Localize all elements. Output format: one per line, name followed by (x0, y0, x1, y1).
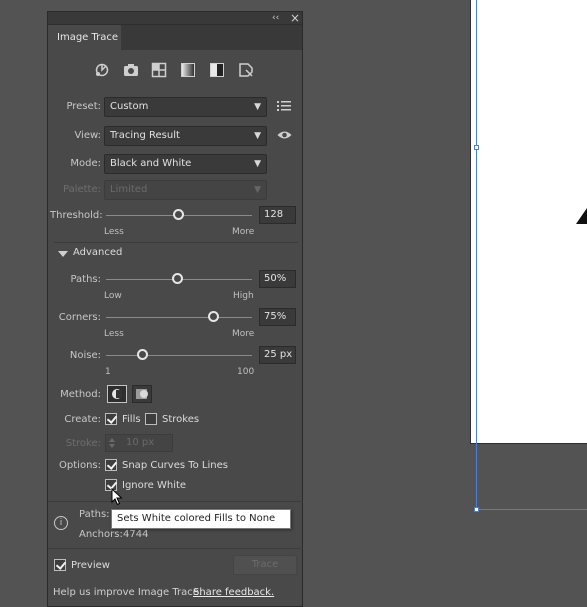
threshold-slider-knob[interactable] (173, 209, 184, 220)
disclosure-triangle-icon[interactable] (58, 250, 68, 258)
corners-slider-track[interactable] (106, 317, 252, 318)
preview-checkbox[interactable] (54, 559, 66, 571)
list-menu-icon[interactable] (277, 100, 291, 112)
strokes-checkbox[interactable] (145, 413, 157, 425)
tab-image-trace[interactable]: Image Trace (48, 25, 121, 50)
selection-handle-left[interactable] (474, 145, 479, 150)
fills-checkbox[interactable] (105, 413, 117, 425)
snap-curves-checkbox[interactable] (105, 459, 117, 471)
view-label: View: (74, 130, 101, 141)
feedback-text: Help us improve Image Trace. (53, 587, 203, 598)
divider (48, 548, 303, 549)
fills-checkbox-label: Fills (122, 414, 141, 425)
stats-paths-label: Paths: (79, 509, 110, 520)
chevron-down-icon: ▼ (254, 102, 261, 112)
ignore-white-tooltip: Sets White colored Fills to None (111, 509, 291, 529)
divider (54, 242, 298, 243)
chevron-down-icon: ▼ (254, 185, 261, 195)
selection-handle-bottom-left[interactable] (474, 507, 479, 512)
palette-select: Limited ▼ (104, 180, 267, 200)
noise-max-label: 100 (237, 367, 255, 377)
palette-label: Palette: (62, 184, 101, 195)
method-overlapping-button[interactable] (132, 385, 152, 403)
auto-color-icon[interactable] (94, 62, 110, 78)
preset-label: Preset: (66, 101, 101, 112)
options-label: Options: (59, 460, 101, 471)
noise-label: Noise: (69, 350, 101, 361)
corners-slider-knob[interactable] (208, 311, 219, 322)
threshold-field[interactable]: 128 (259, 206, 296, 224)
trace-button: Trace (233, 555, 297, 575)
stepper-icon (109, 438, 115, 448)
outline-icon[interactable] (238, 62, 254, 78)
paths-slider-knob[interactable] (172, 273, 183, 284)
high-color-icon[interactable] (123, 62, 139, 78)
grayscale-icon[interactable] (180, 62, 196, 78)
selection-edge-left (476, 0, 477, 510)
preset-value: Custom (110, 101, 149, 112)
mode-value: Black and White (110, 158, 192, 169)
stats-anchors-label: Anchors: (79, 529, 123, 540)
info-icon: i (54, 516, 68, 530)
artboard[interactable] (470, 0, 587, 444)
mode-label: Mode: (70, 158, 101, 169)
corners-min-label: Less (104, 329, 124, 339)
method-abutting-button[interactable] (107, 385, 127, 403)
panel-titlebar: ‹‹ × (48, 12, 302, 25)
method-label: Method: (60, 389, 101, 400)
stats-anchors-value: 4744 (123, 529, 149, 540)
paths-label: Paths: (70, 274, 101, 285)
paths-max-label: High (233, 291, 254, 301)
abutting-method-icon (112, 389, 122, 399)
preview-label: Preview (71, 560, 110, 571)
threshold-max-label: More (232, 227, 255, 237)
corners-label: Corners: (58, 312, 101, 323)
low-color-icon[interactable] (151, 62, 167, 78)
snap-curves-label: Snap Curves To Lines (122, 460, 228, 471)
paths-field[interactable]: 50% (259, 270, 296, 288)
view-value: Tracing Result (110, 130, 180, 141)
mode-select[interactable]: Black and White ▼ (104, 154, 267, 174)
paths-min-label: Low (104, 291, 122, 301)
stroke-label: Stroke: (65, 438, 101, 449)
view-select[interactable]: Tracing Result ▼ (104, 126, 267, 146)
panel-tab-row: Image Trace (48, 25, 302, 50)
black-and-white-icon[interactable] (209, 62, 225, 78)
chevron-down-icon: ▼ (254, 159, 261, 169)
share-feedback-link[interactable]: Share feedback. (193, 587, 274, 598)
overlapping-method-icon (136, 389, 148, 399)
divider (48, 501, 303, 502)
strokes-checkbox-label: Strokes (162, 414, 200, 425)
traced-shape (576, 208, 587, 224)
eye-icon[interactable] (277, 130, 292, 140)
noise-slider-knob[interactable] (137, 349, 148, 360)
collapse-icon[interactable]: ‹‹ (272, 12, 279, 25)
selection-edge-bottom (476, 509, 587, 510)
preset-select[interactable]: Custom ▼ (104, 97, 267, 117)
noise-slider-track[interactable] (106, 355, 252, 356)
chevron-down-icon: ▼ (254, 131, 261, 141)
ignore-white-label: Ignore White (122, 480, 187, 491)
threshold-label: Threshold: (50, 210, 103, 221)
noise-min-label: 1 (105, 367, 111, 377)
threshold-min-label: Less (104, 227, 124, 237)
palette-value: Limited (110, 184, 148, 195)
noise-field[interactable]: 25 px (259, 346, 296, 364)
close-icon[interactable]: × (290, 12, 300, 25)
mouse-cursor-icon (111, 488, 123, 506)
corners-max-label: More (232, 329, 255, 339)
advanced-toggle[interactable]: Advanced (73, 247, 122, 258)
corners-field[interactable]: 75% (259, 308, 296, 326)
create-label: Create: (64, 414, 101, 425)
